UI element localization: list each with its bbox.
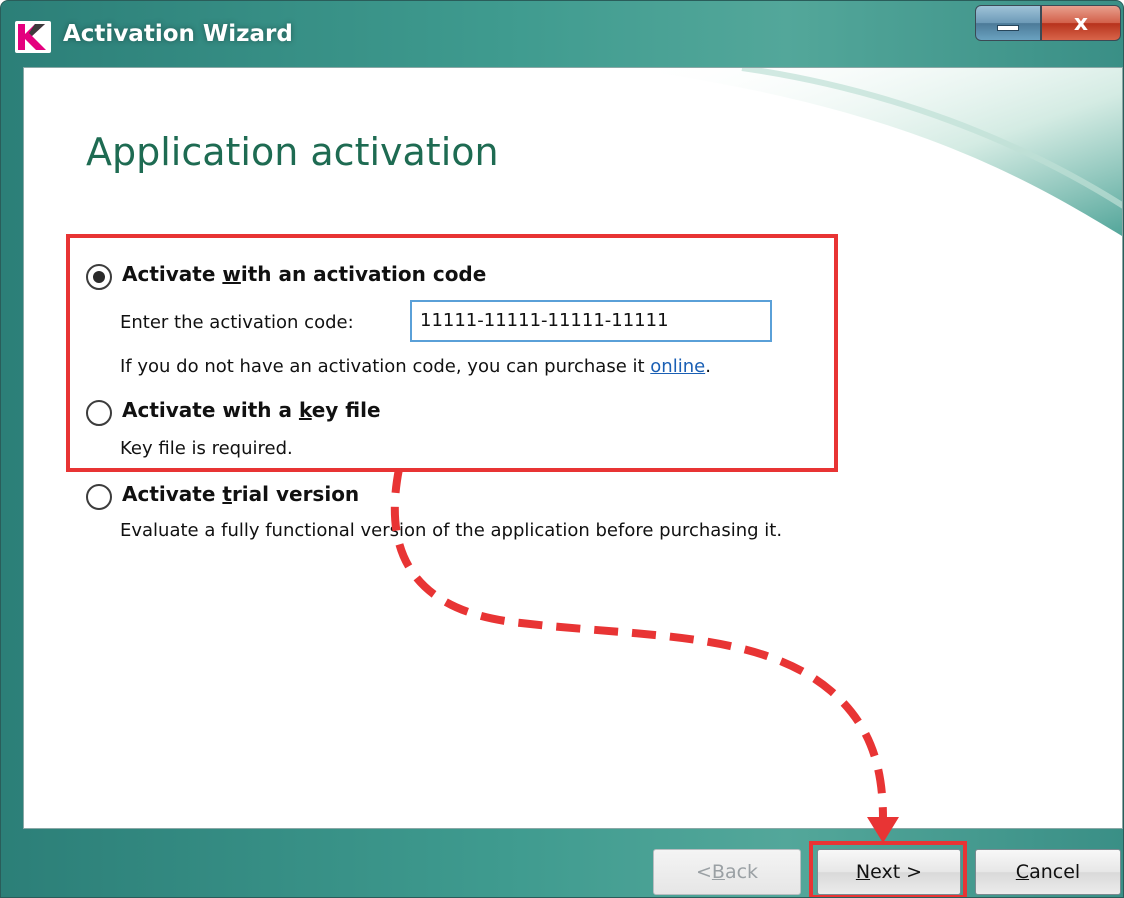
annotation-highlight-next [809, 841, 967, 897]
radio-trial[interactable] [86, 484, 112, 510]
activation-wizard-window: Activation Wizard x Application activati… [0, 0, 1124, 898]
page-title: Application activation [86, 130, 499, 174]
minimize-icon [997, 25, 1019, 31]
wizard-content: Application activation Activate with an … [23, 67, 1123, 829]
kaspersky-logo-icon [15, 21, 51, 53]
title-bar[interactable]: Activation Wizard x [1, 1, 1123, 67]
close-button[interactable]: x [1041, 5, 1121, 41]
minimize-button[interactable] [975, 5, 1041, 41]
trial-note: Evaluate a fully functional version of t… [120, 520, 783, 541]
option-label-trial[interactable]: Activate trial version [122, 482, 359, 506]
close-icon: x [1073, 10, 1089, 36]
window-title: Activation Wizard [63, 21, 293, 47]
back-button[interactable]: < Back [653, 849, 801, 895]
cancel-button[interactable]: Cancel [975, 849, 1121, 895]
annotation-highlight-options [66, 234, 838, 472]
